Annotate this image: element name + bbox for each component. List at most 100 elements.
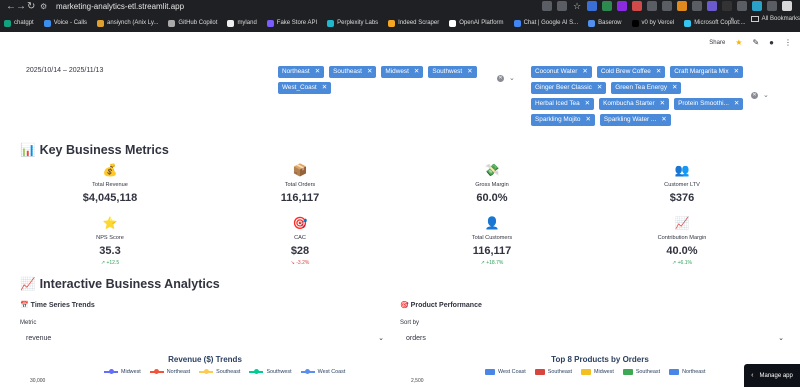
remove-chip-icon[interactable]: ✕: [660, 98, 665, 110]
all-bookmarks-button[interactable]: All Bookmarks: [750, 16, 800, 22]
bookmark-item[interactable]: ansiynch (Anix Ly...: [97, 19, 158, 27]
legend-item[interactable]: West Coast: [485, 369, 526, 375]
remove-chip-icon[interactable]: ✕: [315, 66, 320, 78]
metric-icon: 👤: [484, 216, 500, 230]
clear-regions-icon[interactable]: ✕: [497, 74, 504, 82]
extension-icon[interactable]: [767, 1, 777, 11]
bookmark-item[interactable]: GitHub Copilot: [168, 19, 217, 27]
bookmark-item[interactable]: Baserow: [588, 19, 622, 27]
legend-item[interactable]: Southeast: [534, 369, 572, 375]
profile-icon[interactable]: [782, 1, 792, 11]
extension-icon[interactable]: [662, 1, 672, 11]
extension-icon[interactable]: [707, 1, 717, 11]
metric-card: 📦 Total Orders 116,117: [220, 163, 380, 213]
product-dropdown-chevron-icon[interactable]: ⌄: [763, 91, 769, 99]
legend-item[interactable]: Northeast: [669, 369, 705, 375]
bookmark-item[interactable]: chatgpt: [4, 19, 34, 27]
legend-swatch-icon: [669, 369, 680, 375]
remove-chip-icon[interactable]: ✕: [585, 98, 590, 110]
legend-item[interactable]: Midwest: [104, 369, 141, 375]
region-multiselect[interactable]: Northeast ✕ Southeast ✕ Midwest ✕ Southwest ✕ We…: [278, 66, 488, 94]
star-icon[interactable]: ★: [735, 38, 742, 47]
edit-icon[interactable]: ✎: [752, 38, 759, 47]
extension-icon[interactable]: [647, 1, 657, 11]
bookmark-favicon-icon: [4, 19, 11, 27]
extension-icon[interactable]: [752, 1, 762, 11]
address-bar[interactable]: marketing-analytics-etl.streamlit.app: [56, 1, 184, 13]
extension-icon[interactable]: [587, 1, 597, 11]
bookmark-item[interactable]: Voice - Calls: [43, 19, 87, 27]
remove-chip-icon[interactable]: ✕: [582, 66, 587, 78]
remove-chip-icon[interactable]: ✕: [597, 82, 602, 94]
legend-item[interactable]: West Coast: [300, 369, 345, 375]
remove-chip-icon[interactable]: ✕: [414, 66, 419, 78]
metric-value: $28: [290, 245, 310, 257]
bookmark-item[interactable]: Perplexity Labs: [327, 19, 378, 27]
legend-swatch-icon: [300, 369, 315, 374]
remove-chip-icon[interactable]: ✕: [656, 66, 661, 78]
legend-item[interactable]: Southeast: [199, 369, 240, 375]
metric-icon: 💸: [484, 163, 500, 177]
metric-card: 🎯 CAC $28 ↘ -3.2%: [220, 216, 380, 266]
extension-icon[interactable]: [677, 1, 687, 11]
metric-label: Contribution Margin: [657, 235, 707, 241]
bookmark-favicon-icon: [43, 19, 51, 27]
forward-icon[interactable]: →: [16, 1, 26, 13]
legend-item[interactable]: Northeast: [149, 369, 190, 375]
share-button[interactable]: Share: [709, 40, 725, 46]
legend-item[interactable]: Southeast: [622, 369, 660, 375]
bookmark-item[interactable]: Indeed Scraper: [388, 19, 439, 27]
metric-icon: 📦: [292, 163, 308, 177]
product-chip: Protein Smoothi... ✕: [674, 98, 744, 110]
product-multiselect[interactable]: Coconut Water ✕ Cold Brew Coffee ✕ Craft Mar…: [531, 66, 746, 126]
bookmark-item[interactable]: v0 by Vercel: [631, 19, 674, 27]
metric-select[interactable]: revenue ⌄: [20, 330, 390, 346]
extension-icon[interactable]: [692, 1, 702, 11]
legend-item[interactable]: Southwest: [249, 369, 292, 375]
date-range-input[interactable]: 2025/10/14 – 2025/11/13: [26, 67, 103, 74]
remove-chip-icon[interactable]: ✕: [467, 66, 472, 78]
bookmark-favicon-icon: [631, 19, 639, 27]
back-icon[interactable]: ←: [6, 1, 16, 13]
bookmark-item[interactable]: Chat | Google AI S...: [513, 19, 578, 27]
region-dropdown-chevron-icon[interactable]: ⌄: [509, 74, 515, 82]
extension-icon[interactable]: [617, 1, 627, 11]
region-chip: Southeast ✕: [329, 66, 377, 78]
reload-icon[interactable]: ↻: [27, 1, 35, 13]
metric-label: NPS Score: [96, 235, 124, 241]
manage-app-button[interactable]: ‹ Manage app: [744, 364, 800, 387]
remove-chip-icon[interactable]: ✕: [661, 114, 666, 126]
sort-by-select[interactable]: orders ⌄: [400, 330, 790, 346]
metric-icon: 💰: [102, 163, 118, 177]
bookmark-label: Microsoft Copilot:...: [694, 20, 746, 26]
product-chip-label: Coconut Water: [535, 68, 578, 75]
bookmark-star-icon[interactable]: ☆: [572, 1, 582, 11]
bookmark-label: OpenAI Platform: [459, 20, 504, 26]
remove-chip-icon[interactable]: ✕: [672, 82, 677, 94]
remove-chip-icon[interactable]: ✕: [585, 114, 590, 126]
extension-icon[interactable]: [602, 1, 612, 11]
bookmark-item[interactable]: Fake Store API: [266, 19, 317, 27]
revenue-chart-title: Revenue ($) Trends: [168, 355, 242, 364]
bookmark-item[interactable]: OpenAI Platform: [449, 19, 504, 27]
bookmarks-more-icon[interactable]: »: [730, 16, 734, 23]
extension-icon[interactable]: [722, 1, 732, 11]
github-icon[interactable]: ●: [769, 38, 774, 47]
legend-item[interactable]: Midwest: [581, 369, 614, 375]
extension-icon[interactable]: [632, 1, 642, 11]
clear-products-icon[interactable]: ✕: [751, 91, 758, 99]
menu-icon[interactable]: ⋮: [784, 38, 792, 47]
analytics-heading: 📈 Interactive Business Analytics: [20, 277, 220, 292]
extension-icon[interactable]: [737, 1, 747, 11]
bookmark-item[interactable]: Microsoft Copilot:...: [684, 19, 746, 27]
remove-chip-icon[interactable]: ✕: [734, 66, 739, 78]
remove-chip-icon[interactable]: ✕: [322, 82, 327, 94]
remove-chip-icon[interactable]: ✕: [734, 98, 739, 110]
product-chip-label: Cold Brew Coffee: [600, 68, 651, 75]
screen-cast-icon[interactable]: [542, 1, 552, 11]
bookmark-item[interactable]: myland: [227, 19, 257, 27]
remove-chip-icon[interactable]: ✕: [367, 66, 372, 78]
zoom-icon[interactable]: [557, 1, 567, 11]
metric-delta: [602, 207, 762, 213]
site-info-icon[interactable]: ⚙: [40, 2, 47, 11]
